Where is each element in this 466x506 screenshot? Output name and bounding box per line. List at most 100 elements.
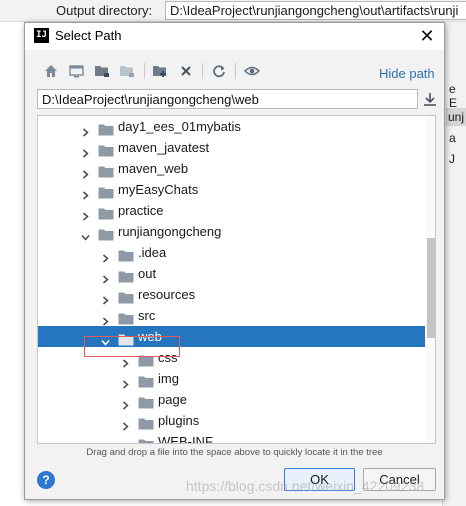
folder-icon [138, 436, 154, 443]
path-input[interactable]: D:\IdeaProject\runjiangongcheng\web [37, 89, 418, 109]
help-button[interactable]: ? [37, 471, 55, 489]
toolbar-separator [202, 63, 203, 79]
dialog-toolbar [37, 61, 437, 83]
folder-icon [138, 373, 154, 388]
chevron-down-icon[interactable] [81, 227, 90, 241]
tree-row[interactable]: practice [38, 200, 425, 221]
output-directory-label: Output directory: [56, 3, 153, 18]
folder-icon [138, 415, 154, 430]
chevron-right-icon[interactable] [101, 311, 110, 326]
background-output-bar: Output directory: D:\IdeaProject\runjian… [0, 0, 466, 22]
tree-row-label: src [138, 308, 156, 323]
tree-row[interactable]: runjiangongcheng [38, 221, 425, 242]
tree-row[interactable]: day1_ees_01mybatis [38, 116, 425, 137]
right-panel-item[interactable]: a [449, 131, 456, 145]
chevron-right-icon[interactable] [81, 143, 90, 158]
tree-row[interactable]: img [38, 368, 425, 389]
hide-path-link[interactable]: Hide path [379, 66, 435, 81]
tree-row[interactable]: myEasyChats [38, 179, 425, 200]
home-icon[interactable] [41, 61, 61, 81]
folder-icon [98, 142, 114, 157]
folder-icon [138, 352, 154, 367]
chevron-right-icon[interactable] [121, 437, 130, 443]
folder-icon [98, 184, 114, 199]
tree-row[interactable]: css [38, 347, 425, 368]
tree-row[interactable]: plugins [38, 410, 425, 431]
chevron-right-icon[interactable] [81, 122, 90, 137]
chevron-down-icon[interactable] [101, 332, 110, 346]
new-folder-icon[interactable] [150, 61, 170, 81]
chevron-right-icon[interactable] [101, 248, 110, 263]
chevron-right-icon[interactable] [121, 374, 130, 389]
intellij-logo-icon: IJ [34, 28, 49, 43]
directory-tree[interactable]: day1_ees_01mybatis maven_javatest maven_we… [37, 115, 436, 444]
refresh-icon[interactable] [209, 61, 229, 81]
folder-icon [98, 205, 114, 220]
tree-row[interactable]: resources [38, 284, 425, 305]
tree-row[interactable]: WEB-INF [38, 431, 425, 444]
chevron-right-icon[interactable] [121, 416, 130, 431]
right-panel-item[interactable]: J [449, 152, 455, 166]
vertical-scrollbar[interactable] [426, 116, 435, 443]
chevron-right-icon[interactable] [121, 395, 130, 410]
toolbar-separator [235, 63, 236, 79]
chevron-right-icon[interactable] [81, 164, 90, 179]
chevron-right-icon[interactable] [121, 353, 130, 368]
tree-row[interactable]: maven_javatest [38, 137, 425, 158]
module-icon[interactable] [117, 61, 137, 81]
tree-row-label: web [138, 329, 162, 344]
tree-row-label: page [158, 392, 187, 407]
chevron-right-icon[interactable] [81, 185, 90, 200]
download-icon[interactable] [421, 90, 439, 108]
tree-row[interactable]: .idea [38, 242, 425, 263]
tree-row-label: myEasyChats [118, 182, 199, 197]
select-path-dialog: IJ Select Path ✕ Hide path D:\IdeaProjec… [24, 22, 445, 500]
dialog-title: Select Path [55, 28, 122, 43]
tree-row-label: practice [118, 203, 164, 218]
chevron-right-icon[interactable] [101, 290, 110, 305]
tree-row-label: resources [138, 287, 196, 302]
show-hidden-icon[interactable] [242, 61, 262, 81]
chevron-right-icon[interactable] [81, 206, 90, 221]
folder-icon [98, 163, 114, 178]
tree-row-label: WEB-INF [158, 434, 213, 444]
tree-row-label: plugins [158, 413, 200, 428]
toolbar-separator [144, 63, 145, 79]
tree-row-label: css [158, 350, 178, 365]
tree-row-label: img [158, 371, 179, 386]
chevron-right-icon[interactable] [101, 269, 110, 284]
tree-row-label: maven_web [118, 161, 189, 176]
tree-row-label: runjiangongcheng [118, 224, 222, 239]
folder-icon [118, 331, 134, 346]
tree-row-label: .idea [138, 245, 167, 260]
output-directory-field[interactable]: D:\IdeaProject\runjiangongcheng\out\arti… [165, 1, 466, 20]
tree-row[interactable]: out [38, 263, 425, 284]
folder-icon [138, 394, 154, 409]
tree-rows: day1_ees_01mybatis maven_javatest maven_we… [38, 116, 425, 444]
tree-row[interactable]: maven_web [38, 158, 425, 179]
right-panel-text: e E [449, 82, 458, 110]
folder-icon [118, 289, 134, 304]
scrollbar-thumb[interactable] [427, 238, 435, 338]
cancel-button[interactable]: Cancel [363, 468, 436, 491]
folder-icon [118, 310, 134, 325]
tree-row-label: out [138, 266, 157, 281]
right-panel-selected-item[interactable]: unj [446, 108, 466, 126]
project-icon[interactable] [92, 61, 112, 81]
drag-drop-hint: Drag and drop a file into the space abov… [86, 447, 383, 458]
folder-icon [98, 226, 114, 241]
dialog-titlebar[interactable]: IJ Select Path ✕ [25, 23, 444, 50]
tree-row[interactable]: src [38, 305, 425, 326]
tree-row-label: day1_ees_01mybatis [118, 119, 241, 134]
folder-icon [118, 247, 134, 262]
ok-button[interactable]: OK [284, 468, 355, 491]
background-right-panel: e E unj a J [442, 22, 466, 506]
folder-icon [118, 268, 134, 283]
delete-icon[interactable] [176, 61, 196, 81]
tree-row[interactable]: web [38, 326, 425, 347]
desktop-icon[interactable] [66, 61, 86, 81]
close-button[interactable]: ✕ [416, 25, 438, 47]
tree-row-label: maven_javatest [118, 140, 210, 155]
folder-icon [98, 121, 114, 136]
tree-row[interactable]: page [38, 389, 425, 410]
